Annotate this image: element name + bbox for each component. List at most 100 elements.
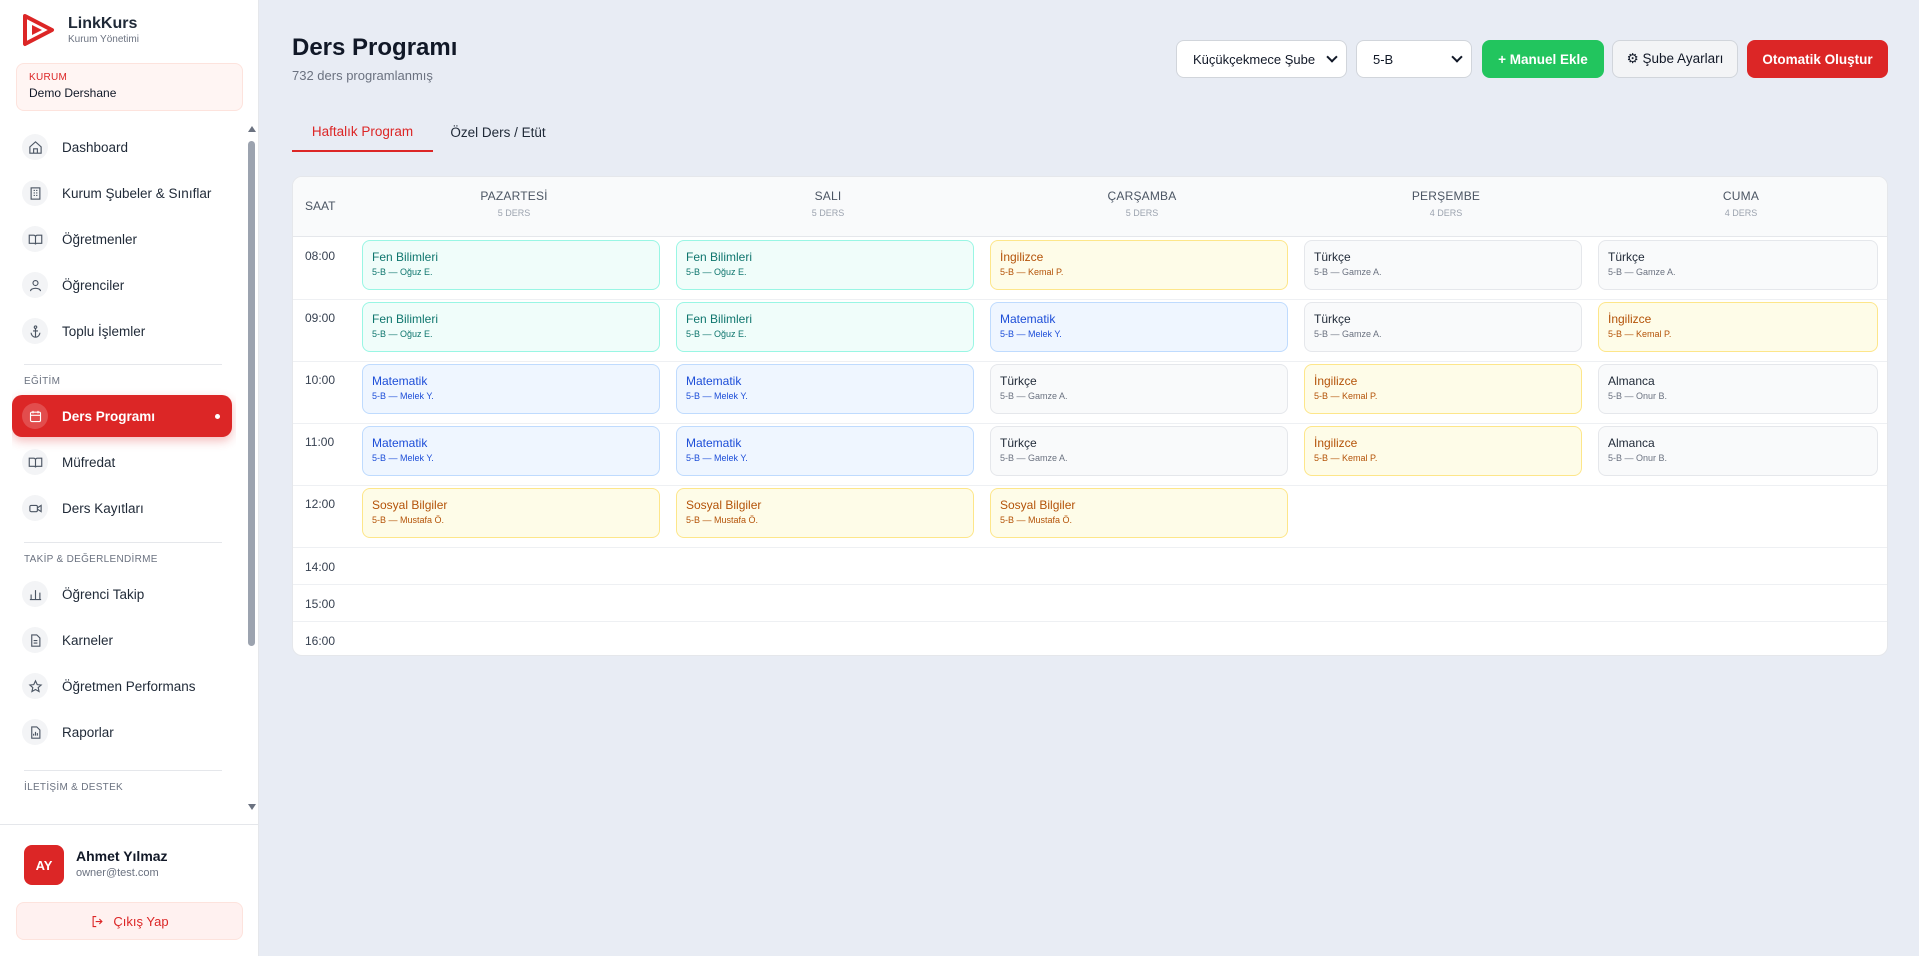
lesson-card[interactable]: Matematik 5-B — Melek Y. [362,364,660,414]
sidebar-item-label: Müfredat [62,454,116,470]
lesson-card[interactable]: Sosyal Bilgiler 5-B — Mustafa Ö. [362,488,660,538]
lesson-subject: Sosyal Bilgiler [686,498,762,512]
lesson-subject: Almanca [1608,374,1655,388]
sidebar-item-branches[interactable]: Kurum Şubeler & Sınıflar [12,172,232,214]
branch-select[interactable]: Küçükçekmece Şube [1176,40,1347,78]
time-column-header: SAAT [305,199,336,213]
day-column-header: PAZARTESİ 5 DERS [361,189,667,218]
sidebar-item-dashboard[interactable]: Dashboard [12,126,232,168]
lesson-subject: Almanca [1608,436,1655,450]
tab-private-lesson[interactable]: Özel Ders / Etüt [444,113,552,152]
lesson-subject: Türkçe [1314,250,1351,264]
sidebar: LinkKurs Kurum Yönetimi KURUM Demo Dersh… [0,0,259,956]
nav-section-takip: TAKİP & DEĞERLENDİRME [24,554,158,565]
scroll-thumb[interactable] [248,141,255,646]
lesson-class-teacher: 5-B — Melek Y. [372,391,434,401]
logout-button[interactable]: Çıkış Yap [16,902,243,940]
sidebar-item-teacher-performance[interactable]: Öğretmen Performans [12,665,232,707]
lesson-class-teacher: 5-B — Onur B. [1608,391,1668,401]
scroll-up-arrow-icon[interactable] [248,126,256,132]
lesson-card[interactable]: İngilizce 5-B — Kemal P. [1304,364,1582,414]
brand-subtitle: Kurum Yönetimi [68,33,139,45]
day-lesson-count: 5 DERS [1125,208,1159,218]
sidebar-nav: Dashboard Kurum Şubeler & Sınıflar Öğret… [12,122,236,810]
day-lesson-count: 4 DERS [1724,208,1758,218]
building-icon [22,180,48,206]
file-text-icon [22,627,48,653]
lesson-class-teacher: 5-B — Oğuz E. [686,329,747,339]
time-slot-label: 15:00 [305,597,336,611]
lesson-card[interactable]: İngilizce 5-B — Kemal P. [1598,302,1878,352]
lesson-card[interactable]: Sosyal Bilgiler 5-B — Mustafa Ö. [676,488,974,538]
lesson-class-teacher: 5-B — Oğuz E. [686,267,747,277]
lesson-card[interactable]: İngilizce 5-B — Kemal P. [990,240,1288,290]
lesson-card[interactable]: Türkçe 5-B — Gamze A. [1304,240,1582,290]
page-title: Ders Programı [292,34,458,61]
lesson-card[interactable]: Sosyal Bilgiler 5-B — Mustafa Ö. [990,488,1288,538]
lesson-class-teacher: 5-B — Melek Y. [686,453,748,463]
lesson-class-teacher: 5-B — Mustafa Ö. [372,515,445,525]
sidebar-item-label: Öğretmen Performans [62,678,196,694]
lesson-class-teacher: 5-B — Gamze A. [1314,267,1382,277]
manual-add-button[interactable]: + Manuel Ekle [1482,40,1604,78]
lesson-card[interactable]: Fen Bilimleri 5-B — Oğuz E. [676,240,974,290]
chevron-down-icon [1451,51,1463,63]
day-lesson-count: 5 DERS [497,208,531,218]
report-icon [22,719,48,745]
lesson-card[interactable]: Türkçe 5-B — Gamze A. [990,426,1288,476]
lesson-class-teacher: 5-B — Kemal P. [1000,267,1064,277]
sidebar-item-report-cards[interactable]: Karneler [12,619,232,661]
lesson-card[interactable]: Almanca 5-B — Onur B. [1598,426,1878,476]
book-open-icon [22,449,48,475]
lesson-subject: Türkçe [1000,436,1037,450]
scroll-down-arrow-icon[interactable] [248,804,256,810]
sidebar-item-student-tracking[interactable]: Öğrenci Takip [12,573,232,615]
lesson-subject: İngilizce [1608,312,1652,326]
lesson-card[interactable]: Almanca 5-B — Onur B. [1598,364,1878,414]
class-select[interactable]: 5-B [1356,40,1472,78]
row-divider [293,361,1887,362]
sidebar-item-students[interactable]: Öğrenciler [12,264,232,306]
day-name: PAZARTESİ [480,189,548,203]
sidebar-scrollbar[interactable] [248,126,256,810]
lesson-card[interactable]: Türkçe 5-B — Gamze A. [1598,240,1878,290]
brand[interactable]: LinkKurs Kurum Yönetimi [20,12,139,48]
lesson-card[interactable]: Fen Bilimleri 5-B — Oğuz E. [676,302,974,352]
row-divider [293,423,1887,424]
auto-create-button[interactable]: Otomatik Oluştur [1747,40,1888,78]
lesson-card[interactable]: Fen Bilimleri 5-B — Oğuz E. [362,302,660,352]
sidebar-item-label: Öğretmenler [62,231,138,247]
lesson-card[interactable]: Matematik 5-B — Melek Y. [676,426,974,476]
sidebar-item-bulk[interactable]: Toplu İşlemler [12,310,232,352]
row-divider [293,485,1887,486]
lesson-card[interactable]: Fen Bilimleri 5-B — Oğuz E. [362,240,660,290]
lesson-subject: Türkçe [1314,312,1351,326]
lesson-card[interactable]: Matematik 5-B — Melek Y. [990,302,1288,352]
lesson-card[interactable]: Matematik 5-B — Melek Y. [362,426,660,476]
branch-settings-button[interactable]: ⚙ Şube Ayarları [1612,40,1738,78]
day-lesson-count: 5 DERS [811,208,845,218]
lesson-card[interactable]: İngilizce 5-B — Kemal P. [1304,426,1582,476]
lesson-card[interactable]: Matematik 5-B — Melek Y. [676,364,974,414]
day-column-header: PERŞEMBE 4 DERS [1303,189,1589,218]
sidebar-item-teachers[interactable]: Öğretmenler [12,218,232,260]
sidebar-item-label: Dashboard [62,139,129,155]
lesson-subject: Fen Bilimleri [372,250,439,264]
lesson-card[interactable]: Türkçe 5-B — Gamze A. [990,364,1288,414]
lesson-class-teacher: 5-B — Gamze A. [1608,267,1676,277]
weekly-schedule-grid: SAAT PAZARTESİ 5 DERS SALI 5 DERS ÇARŞAMBA 5 … [292,176,1888,656]
sidebar-item-reports[interactable]: Raporlar [12,711,232,753]
lesson-class-teacher: 5-B — Oğuz E. [372,329,433,339]
day-lesson-count: 4 DERS [1429,208,1463,218]
org-label: KURUM [29,72,68,83]
class-select-value: 5-B [1373,51,1394,67]
tab-weekly-program[interactable]: Haftalık Program [292,113,433,152]
avatar[interactable]: AY [24,845,64,885]
sidebar-item-curriculum[interactable]: Müfredat [12,441,232,483]
lesson-subject: İngilizce [1314,436,1358,450]
sidebar-item-recordings[interactable]: Ders Kayıtları [12,487,232,529]
row-divider [293,299,1887,300]
lesson-card[interactable]: Türkçe 5-B — Gamze A. [1304,302,1582,352]
sidebar-item-schedule[interactable]: Ders Programı [12,395,232,437]
lesson-subject: Türkçe [1000,374,1037,388]
